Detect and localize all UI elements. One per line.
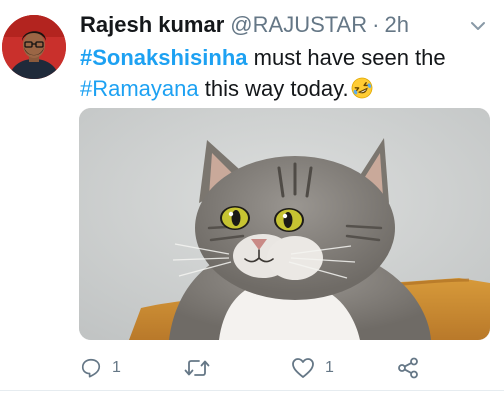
- retweet-icon: [184, 360, 210, 376]
- cat-photo: [79, 108, 490, 340]
- rolling-on-floor-laughing-emoji-icon: [351, 77, 373, 99]
- separator-dot: ·: [372, 12, 380, 37]
- reply-count: 1: [112, 359, 121, 376]
- timestamp[interactable]: 2h: [384, 9, 408, 41]
- author-name[interactable]: Rajesh kumar: [80, 9, 224, 41]
- tweet-image[interactable]: [79, 108, 490, 340]
- tweet-text-part: must have seen the: [247, 45, 446, 70]
- author-handle[interactable]: @RAJUSTAR: [230, 9, 367, 41]
- avatar[interactable]: [2, 15, 66, 79]
- retweet-button[interactable]: [184, 350, 220, 386]
- tweet-card[interactable]: Rajesh kumar @RAJUSTAR · 2h #Sonakshisin…: [0, 0, 504, 392]
- hashtag-link[interactable]: #Ramayana: [80, 76, 199, 101]
- hashtag-link[interactable]: #Sonakshisinha: [80, 45, 248, 70]
- share-button[interactable]: [397, 350, 429, 386]
- share-icon: [398, 357, 418, 379]
- tweet-header: Rajesh kumar @RAJUSTAR · 2h: [80, 9, 409, 41]
- like-button[interactable]: 1: [291, 350, 334, 386]
- divider: [0, 390, 504, 391]
- tweet-actions: 1 1: [0, 350, 504, 386]
- heart-icon: [292, 358, 314, 378]
- reply-button[interactable]: 1: [80, 350, 121, 386]
- tweet-text: #Sonakshisinha must have seen the #Ramay…: [80, 42, 490, 104]
- reply-icon: [81, 358, 101, 378]
- chevron-down-icon[interactable]: [470, 20, 486, 32]
- like-count: 1: [325, 359, 334, 376]
- tweet-text-part: this way today.: [198, 76, 349, 101]
